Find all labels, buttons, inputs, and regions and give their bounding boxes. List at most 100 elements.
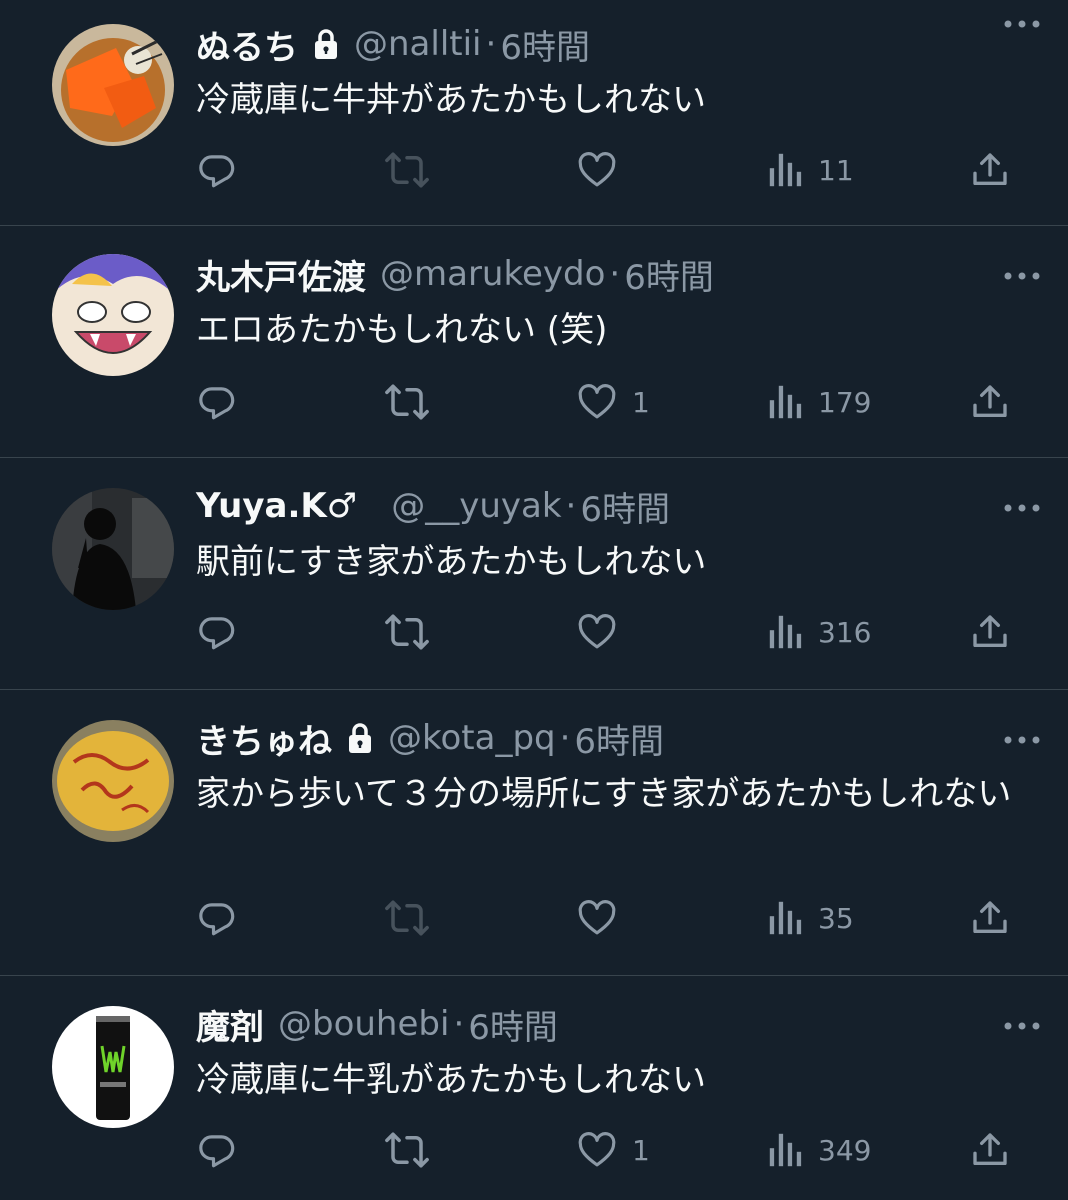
heart-icon [578,900,616,935]
separator-dot: · [609,254,621,294]
like-button[interactable] [576,888,632,948]
views-button[interactable]: 349 [768,1120,871,1180]
share-button[interactable] [970,602,1010,662]
avatar[interactable] [52,720,174,842]
view-count: 349 [818,1133,872,1167]
share-icon [973,1133,1007,1165]
views-icon [769,1133,802,1167]
reply-button[interactable] [196,140,238,200]
tweet[interactable]: Yuya.K♂ @__yuyak · 6時間 駅前にすき家があたかもしれない 3… [0,458,1068,690]
retweet-icon [385,152,429,188]
reply-feed: ぬるち @nalltii · 6時間 冷蔵庫に牛丼があたかもしれない 11 丸木… [0,0,1068,1200]
views-icon [769,153,802,187]
views-icon [769,615,802,649]
reply-button[interactable] [196,372,238,432]
reply-button[interactable] [196,602,238,662]
views-button[interactable]: 316 [768,602,871,662]
retweet-button [384,888,430,948]
separator-dot: · [559,718,571,758]
share-icon [973,901,1007,933]
retweet-button[interactable] [384,1120,430,1180]
tweet[interactable]: ぬるち @nalltii · 6時間 冷蔵庫に牛丼があたかもしれない 11 [0,0,1068,226]
more-options-icon[interactable] [992,496,1052,520]
view-count: 11 [818,153,854,187]
display-name[interactable]: 丸木戸佐渡 [196,250,366,299]
timestamp[interactable]: 6時間 [468,1000,558,1049]
like-count: 1 [632,385,650,419]
tweet-text: 家から歩いて３分の場所にすき家があたかもしれない [196,774,1012,814]
handle[interactable]: @marukeydo [380,254,605,294]
separator-dot: · [453,1004,465,1044]
retweet-icon [385,900,429,936]
tweet[interactable]: 丸木戸佐渡 @marukeydo · 6時間 エロあたかもしれない (笑) 1 [0,226,1068,458]
share-button[interactable] [970,1120,1010,1180]
views-button[interactable]: 179 [768,372,871,432]
reply-icon [199,387,235,420]
share-icon [973,153,1007,185]
tweet-text: 冷蔵庫に牛丼があたかもしれない [196,80,706,120]
like-count: 1 [632,1133,650,1167]
timestamp[interactable]: 6時間 [580,482,670,531]
like-button[interactable] [576,140,632,200]
share-icon [973,385,1007,417]
display-name[interactable]: ぬるち [196,20,298,69]
heart-icon [578,384,616,419]
reply-icon [199,155,235,188]
display-name[interactable]: きちゅね [196,714,332,763]
lock-icon [312,28,340,60]
retweet-icon [385,1132,429,1168]
tweet[interactable]: きちゅね @kota_pq · 6時間 家から歩いて３分の場所にすき家があたかも… [0,690,1068,976]
handle[interactable]: @kota_pq [388,718,556,758]
heart-icon [578,1132,616,1167]
share-button[interactable] [970,372,1010,432]
view-count: 179 [818,385,872,419]
reply-icon [199,1135,235,1168]
like-button[interactable] [576,602,632,662]
display-name[interactable]: 魔剤 [196,1000,264,1049]
handle[interactable]: @nalltii [354,24,482,64]
views-icon [769,901,802,935]
tweet[interactable]: 魔剤 @bouhebi · 6時間 冷蔵庫に牛乳があたかもしれない 1 349 [0,976,1068,1200]
separator-dot: · [565,486,577,526]
reply-button[interactable] [196,1120,238,1180]
lock-icon [346,722,374,754]
retweet-button [384,140,430,200]
views-icon [769,385,802,419]
avatar[interactable] [52,254,174,376]
view-count: 316 [818,615,872,649]
tweet-text: 冷蔵庫に牛乳があたかもしれない [196,1060,706,1100]
views-button[interactable]: 11 [768,140,854,200]
like-button[interactable]: 1 [576,1120,650,1180]
heart-icon [578,614,616,649]
reply-icon [199,617,235,650]
timestamp[interactable]: 6時間 [500,20,590,69]
share-icon [973,615,1007,647]
separator-dot: · [485,24,497,64]
handle[interactable]: @__yuyak [391,486,561,526]
avatar[interactable] [52,24,174,146]
more-options-icon[interactable] [992,12,1052,36]
like-button[interactable]: 1 [576,372,650,432]
timestamp[interactable]: 6時間 [574,714,664,763]
avatar[interactable] [52,488,174,610]
more-options-icon[interactable] [992,728,1052,752]
reply-icon [199,903,235,936]
handle[interactable]: @bouhebi [278,1004,449,1044]
heart-icon [578,152,616,187]
retweet-icon [385,614,429,650]
avatar[interactable] [52,1006,174,1128]
share-button[interactable] [970,888,1010,948]
retweet-button[interactable] [384,602,430,662]
share-button[interactable] [970,140,1010,200]
retweet-icon [385,384,429,420]
tweet-text: 駅前にすき家があたかもしれない [196,542,707,582]
display-name[interactable]: Yuya.K♂ [196,486,357,526]
tweet-text: エロあたかもしれない (笑) [196,310,608,350]
timestamp[interactable]: 6時間 [624,250,714,299]
more-options-icon[interactable] [992,1014,1052,1038]
views-button[interactable]: 35 [768,888,854,948]
more-options-icon[interactable] [992,264,1052,288]
view-count: 35 [818,901,854,935]
retweet-button[interactable] [384,372,430,432]
reply-button[interactable] [196,888,238,948]
